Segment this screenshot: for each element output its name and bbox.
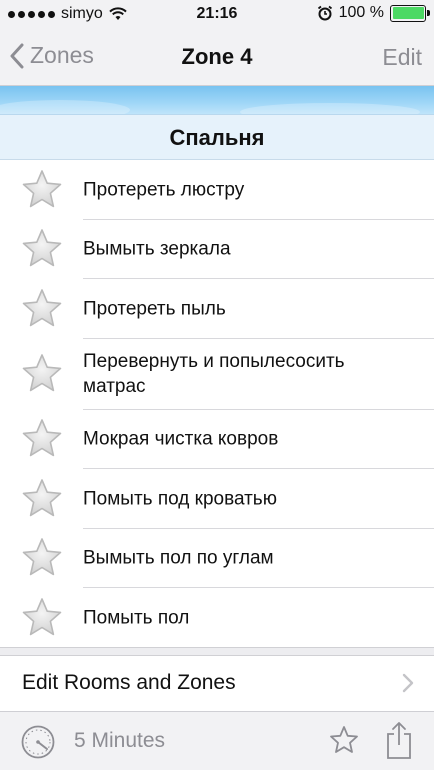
status-bar: simyo 21:16 100 % (0, 0, 434, 30)
task-label: Помыть под кроватью (83, 488, 277, 510)
star-icon[interactable] (20, 287, 64, 331)
stopwatch-icon[interactable] (20, 724, 56, 760)
task-list: Протереть люстру Вымыть зеркала Протерет… (0, 160, 434, 648)
star-icon[interactable] (20, 417, 64, 461)
task-label: Мокрая чистка ковров (83, 428, 279, 450)
chevron-right-icon (402, 673, 414, 693)
task-label: Перевернуть и попылесосить матрас (83, 351, 345, 397)
timer-duration-label[interactable]: 5 Minutes (74, 729, 165, 753)
edit-rooms-label: Edit Rooms and Zones (22, 671, 236, 694)
task-label: Вымыть пол по углам (83, 547, 274, 569)
task-row[interactable]: Помыть пол (0, 588, 434, 648)
edit-rooms-and-zones-row[interactable]: Edit Rooms and Zones (0, 656, 434, 711)
battery-percent: 100 % (338, 4, 384, 21)
star-icon[interactable] (20, 227, 64, 271)
task-row[interactable]: Протереть пыль (0, 279, 434, 339)
battery-icon (390, 4, 430, 22)
star-icon[interactable] (20, 477, 64, 521)
star-icon[interactable] (20, 536, 64, 580)
header-sky-decoration (0, 86, 434, 121)
section-separator (0, 647, 434, 656)
star-icon[interactable] (20, 596, 64, 640)
task-label: Помыть пол (83, 607, 190, 629)
battery-fill (392, 7, 424, 19)
cloud-decoration (0, 100, 420, 121)
task-row[interactable]: Помыть под кроватью (0, 469, 434, 529)
alarm-icon (317, 5, 332, 21)
share-icon[interactable] (385, 720, 413, 760)
star-outline-icon[interactable] (329, 725, 359, 755)
status-right: 100 % (317, 4, 430, 22)
star-icon[interactable] (20, 352, 64, 396)
task-label: Протереть пыль (83, 298, 226, 320)
task-row[interactable]: Мокрая чистка ковров (0, 410, 434, 469)
page-title: Zone 4 (181, 44, 253, 69)
task-row[interactable]: Вымыть пол по углам (0, 529, 434, 588)
task-label: Протереть люстру (83, 179, 245, 201)
task-row[interactable]: Протереть люстру (0, 160, 434, 220)
room-section-header: Спальня (0, 114, 434, 160)
edit-button[interactable]: Edit (382, 44, 422, 71)
bottom-toolbar: 5 Minutes (0, 711, 434, 770)
navigation-bar: Zones Zone 4 Edit (0, 30, 434, 86)
task-label: Вымыть зеркала (83, 238, 231, 260)
task-row[interactable]: Перевернуть и попылесосить матрас (0, 339, 434, 410)
task-row[interactable]: Вымыть зеркала (0, 220, 434, 279)
star-icon[interactable] (20, 168, 64, 212)
